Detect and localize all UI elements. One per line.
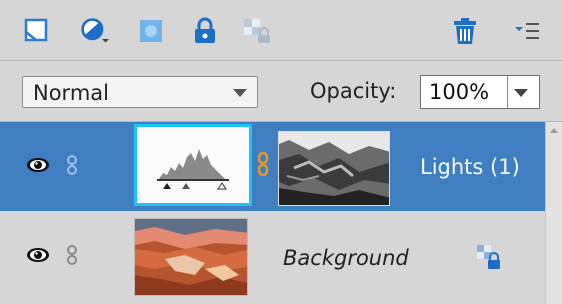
levels-adjustment-thumbnail[interactable] [134,124,252,206]
link-icon[interactable] [66,155,78,175]
layer-name[interactable]: Background [283,246,409,270]
layer-mask-thumbnail[interactable] [278,131,390,206]
lock-all-icon[interactable] [190,16,220,46]
opacity-label: Opacity: [310,79,397,103]
layer-row-background[interactable] [0,212,545,301]
layer-mask-icon[interactable] [136,16,166,46]
panel-menu-icon[interactable] [512,16,542,46]
histogram-icon [157,149,229,190]
mask-link-chain-icon[interactable] [256,152,270,176]
visibility-eye-icon[interactable] [26,247,50,263]
link-icon[interactable] [66,245,78,265]
layers-panel: Normal Opacity: 100% Lights (1) Backgrou… [0,0,562,304]
opacity-field[interactable]: 100% [420,75,540,109]
delete-layer-icon[interactable] [450,16,480,46]
scroll-up-arrow-icon[interactable] [550,128,558,133]
lock-transparency-icon[interactable] [242,16,272,46]
adjustment-layer-icon[interactable] [80,16,110,46]
new-layer-icon[interactable] [22,16,52,46]
layer-name[interactable]: Lights (1) [420,155,520,179]
divider [507,76,508,108]
opacity-value[interactable]: 100% [429,80,489,104]
visibility-eye-icon[interactable] [26,157,50,173]
blend-mode-value: Normal [33,81,109,105]
lock-transparency-icon [477,245,500,269]
layers-toolbar [0,0,562,61]
layers-scrollbar[interactable] [545,122,562,304]
opacity-dropdown-icon[interactable] [514,89,528,97]
background-layer-thumbnail[interactable] [134,218,248,296]
blend-mode-select[interactable]: Normal [22,76,258,108]
chevron-down-icon [233,89,247,97]
